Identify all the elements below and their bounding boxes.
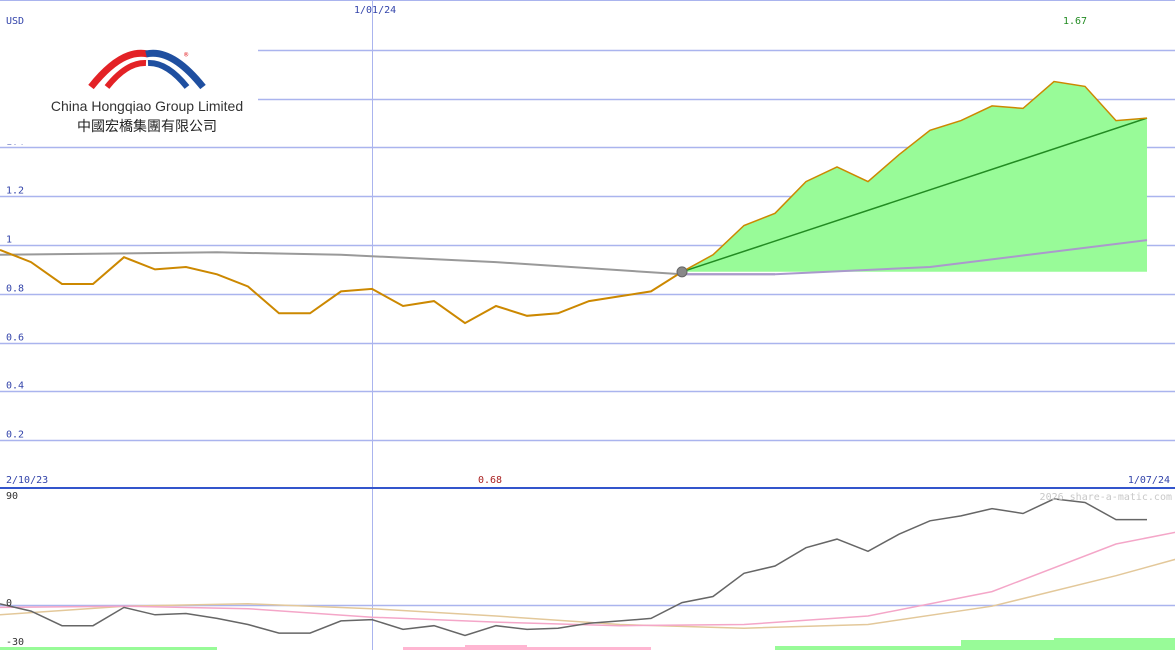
price-line [0, 248, 683, 325]
y-tick-label: 0.6 [6, 333, 24, 344]
osc-tick-label: -30 [6, 637, 24, 648]
x-date-start: 2/10/23 [6, 475, 48, 486]
stock-chart-svg: 0.20.40.60.811.21.41.61.8USD2/10/231/01/… [0, 0, 1175, 650]
forecast-area [682, 81, 1147, 272]
forecast-fill-layer [682, 81, 1147, 272]
forecast-start-marker [676, 266, 688, 278]
max-value-label: 1.67 [1063, 16, 1087, 27]
oscillator-layer [0, 498, 1175, 650]
y-tick-label: 0.2 [6, 430, 24, 441]
signal-fast-line [0, 531, 1175, 627]
osc-tick-label: 90 [6, 491, 18, 502]
logo-company-name-cn: 中國宏橋集團有限公司 [77, 118, 217, 135]
currency-label: USD [6, 16, 24, 27]
y-tick-label: 1.2 [6, 186, 24, 197]
osc-tick-label: 0 [6, 598, 12, 609]
chart-canvas: 0.20.40.60.811.21.41.61.8USD2/10/231/01/… [0, 0, 1175, 650]
volume-bar [465, 645, 527, 650]
signal-slow-line [0, 558, 1175, 629]
x-date-mid: 1/01/24 [354, 5, 396, 16]
volume-bar [961, 640, 1054, 650]
company-logo: ® China Hongqiao Group Limited 中國宏橋集團有限公… [0, 38, 258, 144]
min-value-label: 0.68 [478, 475, 502, 486]
x-date-end: 1/07/24 [1128, 475, 1170, 486]
y-tick-label: 0.4 [6, 381, 24, 392]
watermark: 2026 share-a-matic.com [1040, 492, 1172, 503]
oscillator-line [0, 498, 1147, 637]
y-tick-label: 0.8 [6, 284, 24, 295]
volume-bar [775, 646, 961, 650]
logo-company-name-en: China Hongqiao Group Limited [51, 98, 243, 114]
y-tick-label: 1 [6, 235, 12, 246]
volume-bar [1054, 638, 1175, 650]
